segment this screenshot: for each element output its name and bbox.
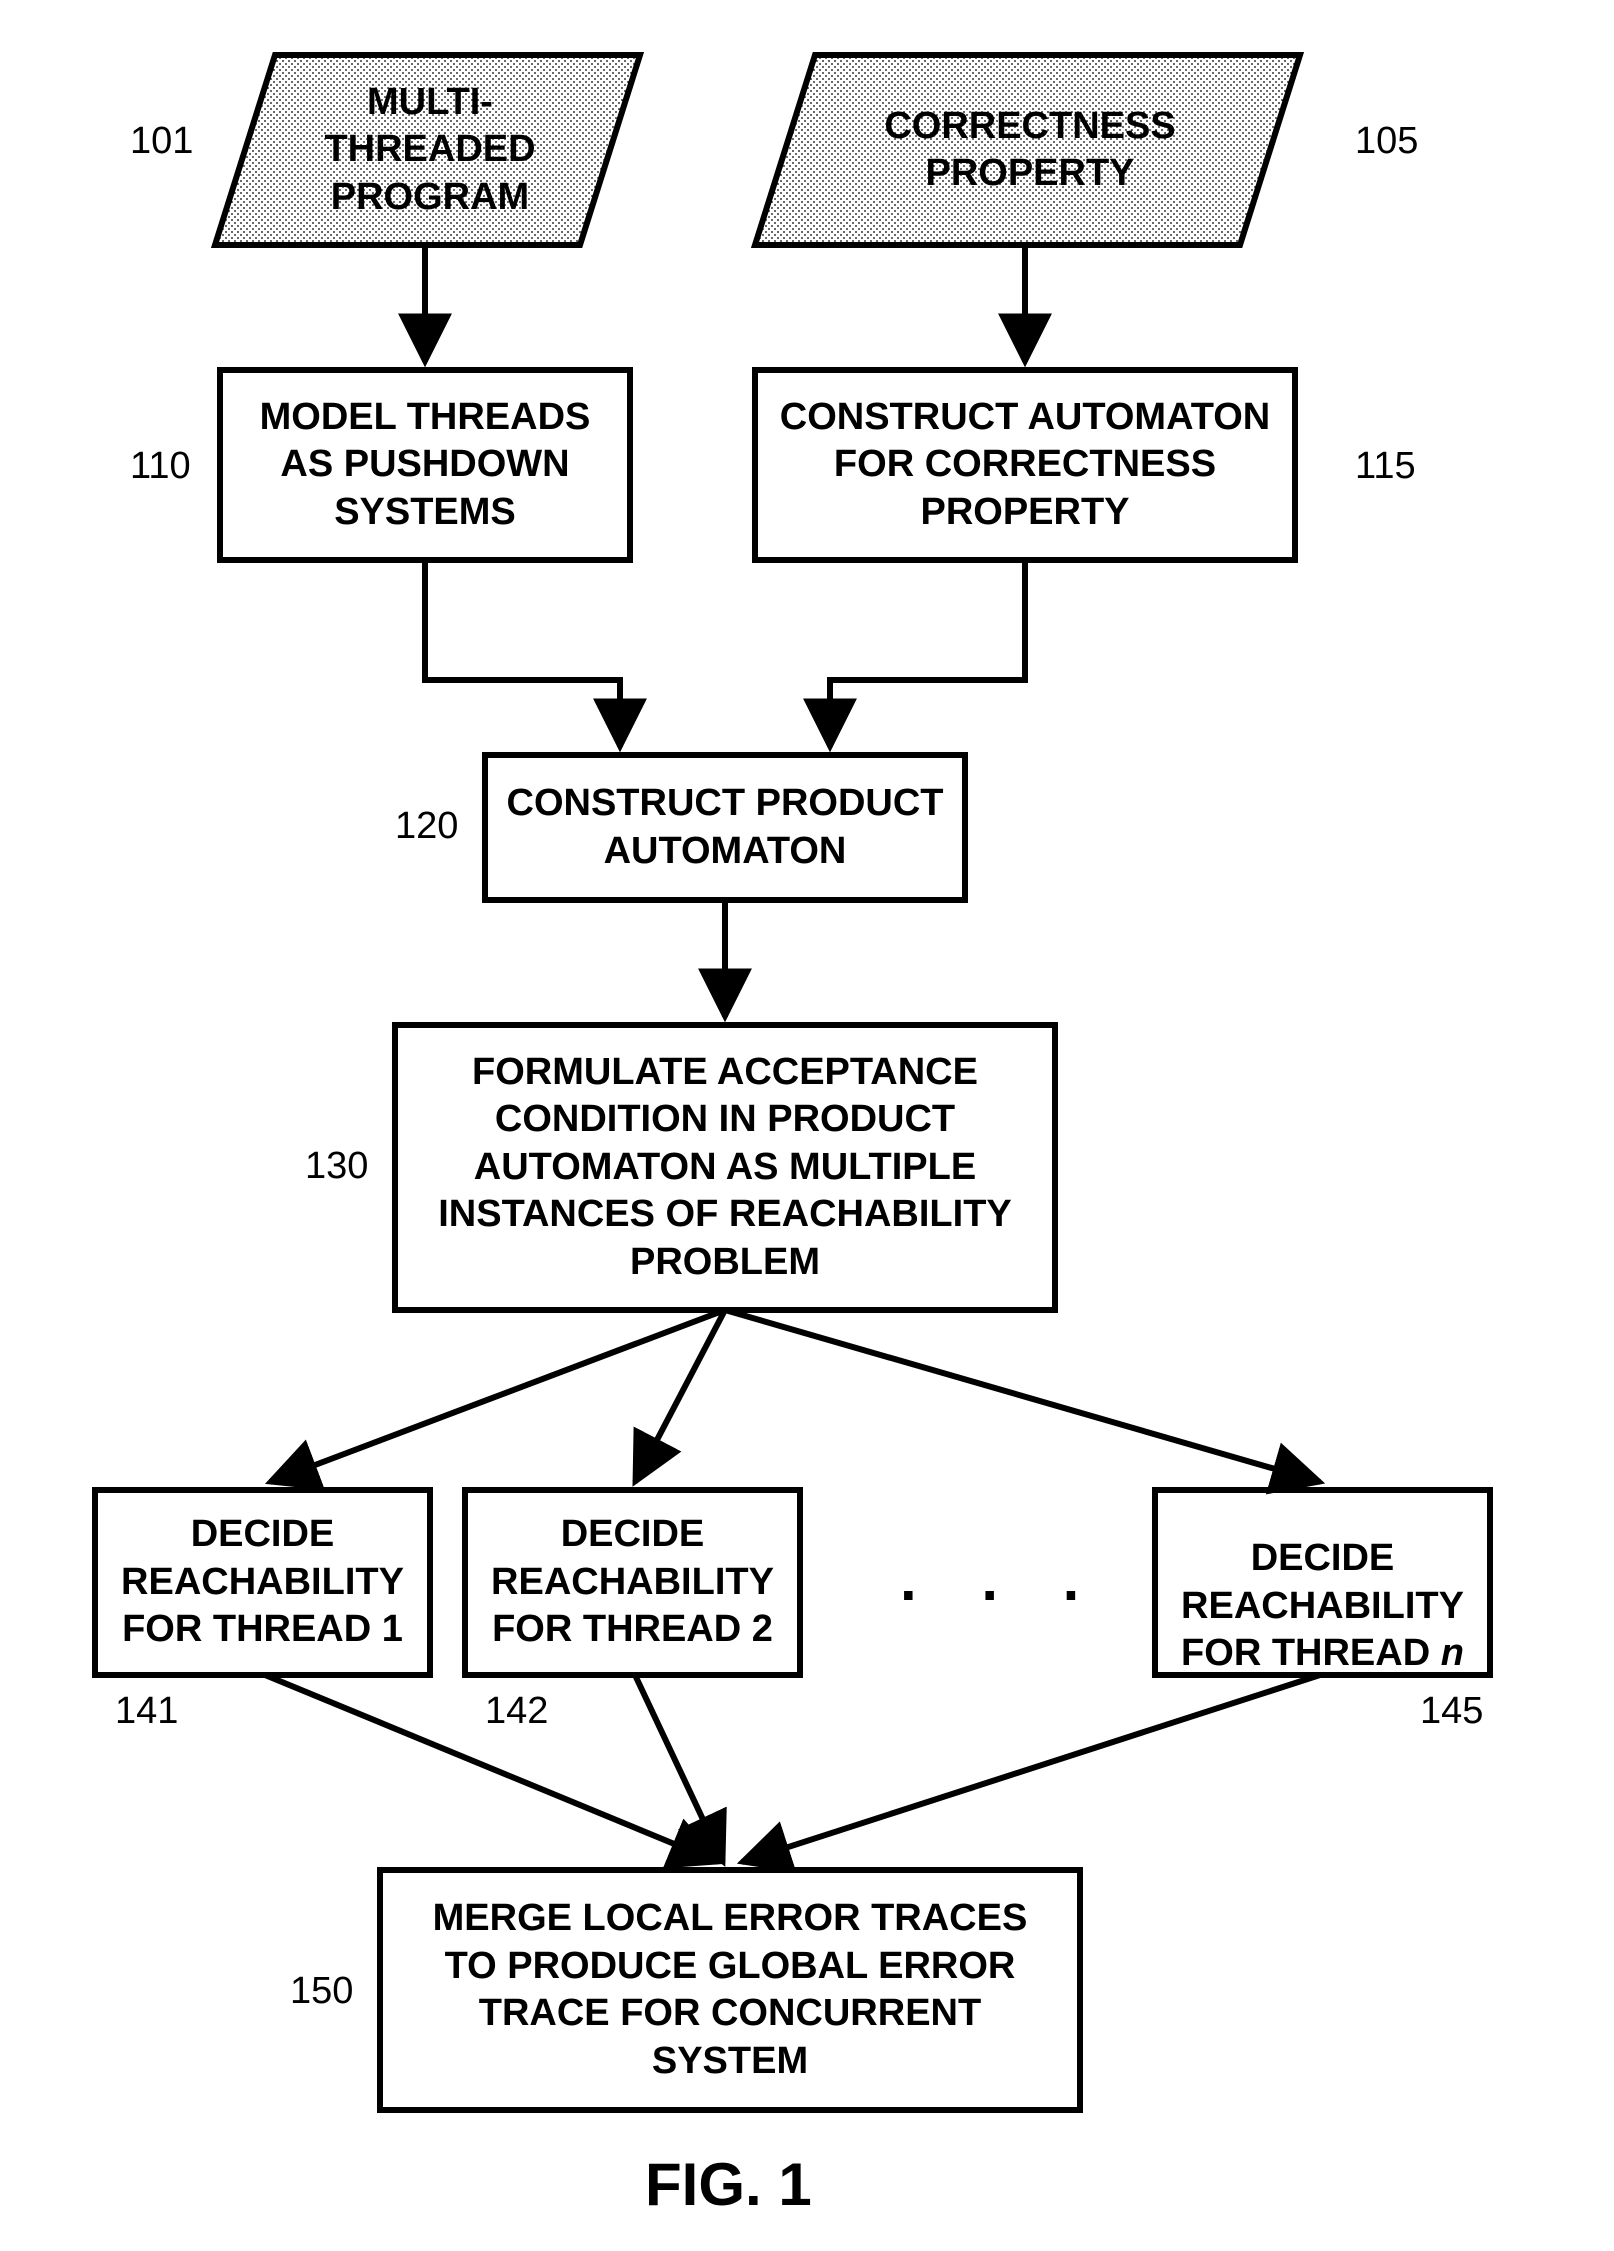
edge-145-150 [742, 1675, 1320, 1862]
edge-130-145 [725, 1310, 1320, 1482]
node-105-text: CORRECTNESS PROPERTY [780, 55, 1280, 245]
node-145-n: n [1441, 1632, 1464, 1674]
figure-caption: FIG. 1 [645, 2150, 812, 2219]
label-150: 150 [290, 1970, 353, 2013]
label-101: 101 [130, 120, 193, 163]
label-120: 120 [395, 805, 458, 848]
label-145: 145 [1420, 1690, 1483, 1733]
node-115-text: CONSTRUCT AUTOMATON FOR CORRECTNESS PROP… [755, 370, 1295, 560]
node-150-text: MERGE LOCAL ERROR TRACES TO PRODUCE GLOB… [380, 1870, 1080, 2110]
label-110: 110 [130, 445, 191, 488]
edge-115-120 [830, 560, 1025, 747]
label-115: 115 [1355, 445, 1416, 488]
node-142-text: DECIDE REACHABILITY FOR THREAD 2 [465, 1490, 800, 1675]
node-120-text: CONSTRUCT PRODUCT AUTOMATON [485, 755, 965, 900]
label-105: 105 [1355, 120, 1418, 163]
node-110-text: MODEL THREADS AS PUSHDOWN SYSTEMS [220, 370, 630, 560]
node-101-text: MULTI- THREADED PROGRAM [240, 55, 620, 245]
node-145-prefix: DECIDE REACHABILITY FOR THREAD [1181, 1537, 1464, 1674]
label-142: 142 [485, 1690, 548, 1733]
node-145-text: DECIDE REACHABILITY FOR THREAD n [1155, 1490, 1490, 1675]
node-130-text: FORMULATE ACCEPTANCE CONDITION IN PRODUC… [395, 1025, 1055, 1310]
label-141: 141 [115, 1690, 178, 1733]
edge-110-120 [425, 560, 620, 747]
node-141-text: DECIDE REACHABILITY FOR THREAD 1 [95, 1490, 430, 1675]
edge-130-141 [270, 1310, 725, 1482]
ellipsis: . . . [900, 1545, 1103, 1614]
label-130: 130 [305, 1145, 368, 1188]
